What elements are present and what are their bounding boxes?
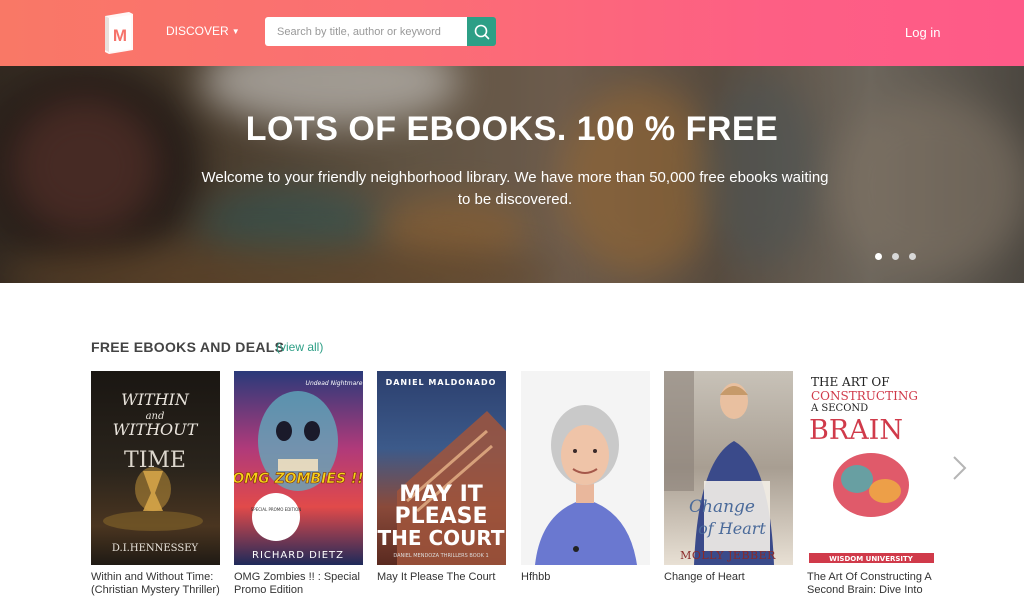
discover-label: DISCOVER — [166, 24, 229, 38]
book-cover[interactable]: Undead Nightmare OMG ZOMBIES !! SPECIAL … — [234, 371, 363, 565]
cover-text: WITHIN — [121, 390, 190, 409]
cover-text: of Heart — [698, 519, 766, 538]
cover-text: CONSTRUCTING — [811, 389, 918, 403]
cover-text: DANIEL MENDOZA THRILLERS BOOK 1 — [393, 553, 488, 559]
cover-text: MOLLY JEBBER — [680, 549, 776, 562]
book-cover[interactable]: WITHIN and WITHOUT TIME D.I.HENNESSEY — [91, 371, 220, 565]
cover-text: WISDOM UNIVERSITY — [829, 555, 914, 563]
cover-text: TIME — [124, 448, 186, 473]
book-title[interactable]: Hfhbb — [521, 571, 650, 584]
author-photo — [535, 405, 637, 565]
book-title[interactable]: OMG Zombies !! : Special Promo Edition — [234, 571, 363, 597]
cover-text: Change — [689, 497, 755, 517]
cover-text: BRAIN — [809, 415, 903, 446]
carousel-dot-3[interactable] — [909, 253, 916, 260]
carousel-dot-1[interactable] — [875, 253, 882, 260]
cover-text: OMG ZOMBIES !! — [234, 471, 363, 487]
discover-menu[interactable]: DISCOVER ▼ — [166, 24, 240, 38]
next-arrow-icon[interactable] — [950, 455, 968, 481]
search-button[interactable] — [467, 17, 496, 46]
book-title[interactable]: Within and Without Time: (Christian Myst… — [91, 571, 220, 597]
search-icon — [474, 24, 489, 39]
book-card[interactable]: Change of Heart MOLLY JEBBER Change of H… — [664, 371, 793, 584]
cover-text: THE ART OF — [811, 375, 890, 389]
caret-down-icon: ▼ — [231, 27, 240, 36]
search-bar — [265, 17, 496, 46]
book-title[interactable]: The Art Of Constructing A Second Brain: … — [807, 571, 936, 597]
book-cover[interactable] — [521, 371, 650, 565]
book-cover[interactable]: DANIEL MALDONADO MAY IT PLEASE THE COURT… — [377, 371, 506, 565]
hero-carousel: LOTS OF EBOOKS. 100 % FREE Welcome to yo… — [0, 66, 1024, 283]
view-all-link[interactable]: (view all) — [276, 340, 323, 354]
book-cover[interactable]: Change of Heart MOLLY JEBBER — [664, 371, 793, 565]
book-title[interactable]: May It Please The Court — [377, 571, 506, 584]
book-cover[interactable]: THE ART OF CONSTRUCTING A SECOND BRAIN W… — [807, 371, 936, 565]
cover-text: D.I.HENNESSEY — [112, 543, 199, 554]
book-card[interactable]: DANIEL MALDONADO MAY IT PLEASE THE COURT… — [377, 371, 506, 584]
login-link[interactable]: Log in — [905, 25, 940, 40]
cover-text: A SECOND — [810, 403, 868, 414]
hero-subtitle: Welcome to your friendly neighborhood li… — [201, 169, 829, 208]
search-input[interactable] — [265, 17, 467, 46]
logo-letter: M — [113, 26, 127, 45]
top-navbar: M DISCOVER▼ Log in — [0, 0, 1024, 66]
cover-text: THE COURT — [377, 526, 504, 550]
hero-title: LOTS OF EBOOKS. 100 % FREE — [245, 110, 779, 148]
carousel-dot-2[interactable] — [892, 253, 899, 260]
book-title[interactable]: Change of Heart — [664, 571, 793, 584]
cover-text: DANIEL MALDONADO — [386, 378, 497, 387]
book-card[interactable]: Hfhbb — [521, 371, 650, 584]
carousel-dots — [875, 253, 916, 260]
cover-text: SPECIAL PROMO EDITION — [251, 507, 301, 512]
book-card[interactable]: THE ART OF CONSTRUCTING A SECOND BRAIN W… — [807, 371, 936, 597]
logo-icon[interactable]: M — [101, 10, 135, 54]
section-title: FREE EBOOKS AND DEALS — [91, 339, 285, 355]
cover-text: Undead Nightmare — [306, 380, 363, 387]
cover-text: RICHARD DIETZ — [252, 550, 344, 561]
book-card[interactable]: WITHIN and WITHOUT TIME D.I.HENNESSEY Wi… — [91, 371, 220, 597]
cover-text: WITHOUT — [113, 420, 199, 439]
book-card[interactable]: Undead Nightmare OMG ZOMBIES !! SPECIAL … — [234, 371, 363, 597]
